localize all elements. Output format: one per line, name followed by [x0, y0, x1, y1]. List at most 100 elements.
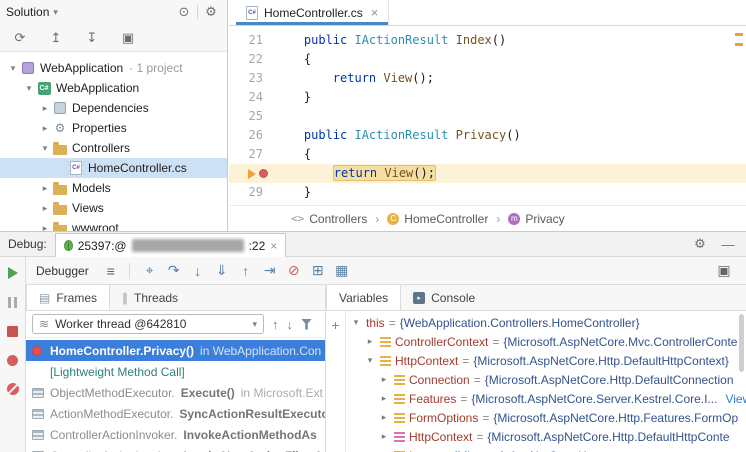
solution-view-selector[interactable]: Solution ▾: [6, 5, 58, 19]
property-icon: [394, 413, 405, 423]
chevron-right-icon[interactable]: ▸: [38, 223, 52, 232]
hide-panel-icon[interactable]: —: [718, 237, 738, 252]
chevron-right-icon[interactable]: ▸: [38, 183, 52, 194]
variable-row-controllercontext[interactable]: ▸ControllerContext = {Microsoft.AspNetCo…: [346, 332, 746, 351]
variables-scrollbar[interactable]: [739, 314, 744, 372]
variable-row-httpcontext[interactable]: ▸HttpContext = {Microsoft.AspNetCore.Htt…: [346, 427, 746, 446]
preview-icon[interactable]: ▣: [118, 30, 138, 46]
code-line-26[interactable]: 26 public IActionResult Privacy(): [229, 126, 746, 145]
code-line-22[interactable]: 22 {: [229, 50, 746, 69]
collapse-all-icon[interactable]: ↧: [82, 30, 102, 46]
code-line-23[interactable]: 23 return View();: [229, 69, 746, 88]
execution-gutter[interactable]: [229, 164, 275, 183]
debug-session-tab[interactable]: 25397:@ :22 ×: [55, 233, 287, 257]
breakpoints-icon: [7, 355, 18, 366]
mute-breakpoints-button[interactable]: [5, 383, 21, 395]
refresh-icon[interactable]: ⟳: [10, 30, 30, 46]
chevron-right-icon[interactable]: ▸: [38, 103, 52, 114]
chevron-down-icon[interactable]: ▾: [364, 355, 376, 366]
tree-item-dependencies[interactable]: ▸Dependencies: [0, 98, 227, 118]
tree-item-webapplication[interactable]: ▾WebApplication· 1 project: [0, 58, 227, 78]
chevron-right-icon[interactable]: ▸: [364, 336, 376, 347]
tree-item-properties[interactable]: ▸⚙Properties: [0, 118, 227, 138]
stack-frame-row[interactable]: ObjectMethodExecutor.Execute() in Micros…: [26, 382, 325, 403]
breakpoint-icon[interactable]: [259, 169, 268, 178]
tab-variables[interactable]: Variables: [326, 285, 401, 310]
mute-breakpoints-icon[interactable]: ⊘: [282, 262, 306, 279]
expand-all-icon[interactable]: ↥: [46, 30, 66, 46]
stack-frame-row[interactable]: ActionMethodExecutor.SyncActionResultExe…: [26, 403, 325, 424]
tab-frames[interactable]: ▤ Frames: [26, 285, 110, 310]
code-line-24[interactable]: 24 }: [229, 88, 746, 107]
variable-row-features[interactable]: ▸Features = {Microsoft.AspNetCore.Server…: [346, 389, 746, 408]
editor-tab-homecontroller[interactable]: C# HomeController.cs ×: [236, 0, 389, 25]
variable-row-items[interactable]: ▸Items = {Microsoft.AspNetCore.Http.: [346, 446, 746, 452]
code-line-27[interactable]: 27 {: [229, 145, 746, 164]
chevron-right-icon[interactable]: ▸: [378, 431, 390, 442]
chevron-down-icon: ▾: [252, 319, 257, 330]
variable-row-httpcontext[interactable]: ▾HttpContext = {Microsoft.AspNetCore.Htt…: [346, 351, 746, 370]
tree-item-controllers[interactable]: ▾Controllers: [0, 138, 227, 158]
stop-button[interactable]: [5, 325, 21, 337]
chevron-right-icon[interactable]: ▸: [378, 374, 390, 385]
editor-error-stripe[interactable]: [733, 26, 746, 204]
breadcrumb-item-homecontroller[interactable]: CHomeController: [387, 212, 488, 226]
variable-row-formoptions[interactable]: ▸FormOptions = {Microsoft.AspNetCore.Htt…: [346, 408, 746, 427]
breadcrumb-item-controllers[interactable]: <>Controllers: [291, 212, 367, 226]
resume-button[interactable]: [5, 267, 21, 279]
code-line-25[interactable]: 25: [229, 107, 746, 126]
tree-item-models[interactable]: ▸Models: [0, 178, 227, 198]
next-frame-icon[interactable]: ↓: [287, 317, 294, 332]
tree-item-views[interactable]: ▸Views: [0, 198, 227, 218]
code-editor[interactable]: 21 public IActionResult Index()22 {23 re…: [229, 26, 746, 205]
layout-settings-icon[interactable]: ▣: [712, 262, 736, 279]
tab-console[interactable]: ▸ Console: [401, 285, 487, 310]
debug-settings-gear-icon[interactable]: ⚙: [690, 236, 710, 252]
settings-gear-icon[interactable]: ⚙: [201, 4, 221, 20]
chevron-down-icon[interactable]: ▾: [350, 317, 362, 328]
force-step-into-icon[interactable]: ⇓: [210, 262, 234, 279]
variable-row-this[interactable]: ▾this = {WebApplication.Controllers.Home…: [346, 313, 746, 332]
tree-item-wwwroot[interactable]: ▸ wwwroot: [0, 218, 227, 231]
code-line-29[interactable]: 29 }: [229, 183, 746, 202]
step-over-icon[interactable]: ↷: [162, 262, 186, 279]
previous-frame-icon[interactable]: ↑: [272, 317, 279, 332]
chevron-right-icon[interactable]: ▸: [378, 393, 390, 404]
stack-frame-row[interactable]: ControllerActionInvoker.InvokeNextAction…: [26, 445, 325, 452]
code-line-28[interactable]: return View();: [229, 164, 746, 183]
chevron-right-icon[interactable]: ▸: [38, 203, 52, 214]
show-execution-point-icon[interactable]: ⌖: [138, 262, 162, 279]
chevron-down-icon[interactable]: ▾: [6, 63, 20, 74]
stack-frame-row[interactable]: [Lightweight Method Call]: [26, 361, 325, 382]
step-out-icon[interactable]: ↑: [234, 263, 258, 279]
view-link[interactable]: View: [725, 392, 746, 406]
stripe-mark[interactable]: [735, 43, 743, 46]
stack-frame-row[interactable]: HomeController.Privacy() in WebApplicati…: [26, 340, 325, 361]
pause-button[interactable]: [5, 296, 21, 308]
code-line-21[interactable]: 21 public IActionResult Index(): [229, 31, 746, 50]
chevron-right-icon[interactable]: ▸: [38, 123, 52, 134]
tree-item-homecontroller-cs[interactable]: C#HomeController.cs: [0, 158, 227, 178]
filter-frames-icon[interactable]: [301, 319, 312, 330]
tree-item-label: wwwroot: [72, 221, 119, 231]
stack-frame-row[interactable]: ControllerActionInvoker.InvokeActionMeth…: [26, 424, 325, 445]
breadcrumb-item-privacy[interactable]: mPrivacy: [508, 212, 564, 226]
tab-threads[interactable]: ∥ Threads: [110, 285, 190, 310]
debugger-menu-icon[interactable]: ≡: [101, 263, 121, 279]
chevron-down-icon[interactable]: ▾: [38, 143, 52, 154]
stripe-mark[interactable]: [735, 33, 743, 36]
add-watch-icon[interactable]: +: [331, 317, 339, 333]
thread-selector-dropdown[interactable]: ≋ Worker thread @642810 ▾: [32, 314, 264, 334]
chevron-right-icon[interactable]: ▸: [378, 412, 390, 423]
step-into-icon[interactable]: ↓: [186, 263, 210, 279]
view-breakpoints-button[interactable]: [5, 354, 21, 366]
close-session-icon[interactable]: ×: [270, 239, 277, 253]
evaluate-expression-icon[interactable]: ⊞: [306, 262, 330, 279]
tree-item-webapplication[interactable]: ▾C#WebApplication: [0, 78, 227, 98]
view-as-table-icon[interactable]: ▦: [330, 262, 354, 279]
run-to-cursor-icon[interactable]: ⇥: [258, 262, 282, 279]
variable-row-connection[interactable]: ▸Connection = {Microsoft.AspNetCore.Http…: [346, 370, 746, 389]
locate-opened-file-icon[interactable]: ⊙: [174, 4, 194, 20]
close-tab-icon[interactable]: ×: [371, 5, 379, 20]
chevron-down-icon[interactable]: ▾: [22, 83, 36, 94]
